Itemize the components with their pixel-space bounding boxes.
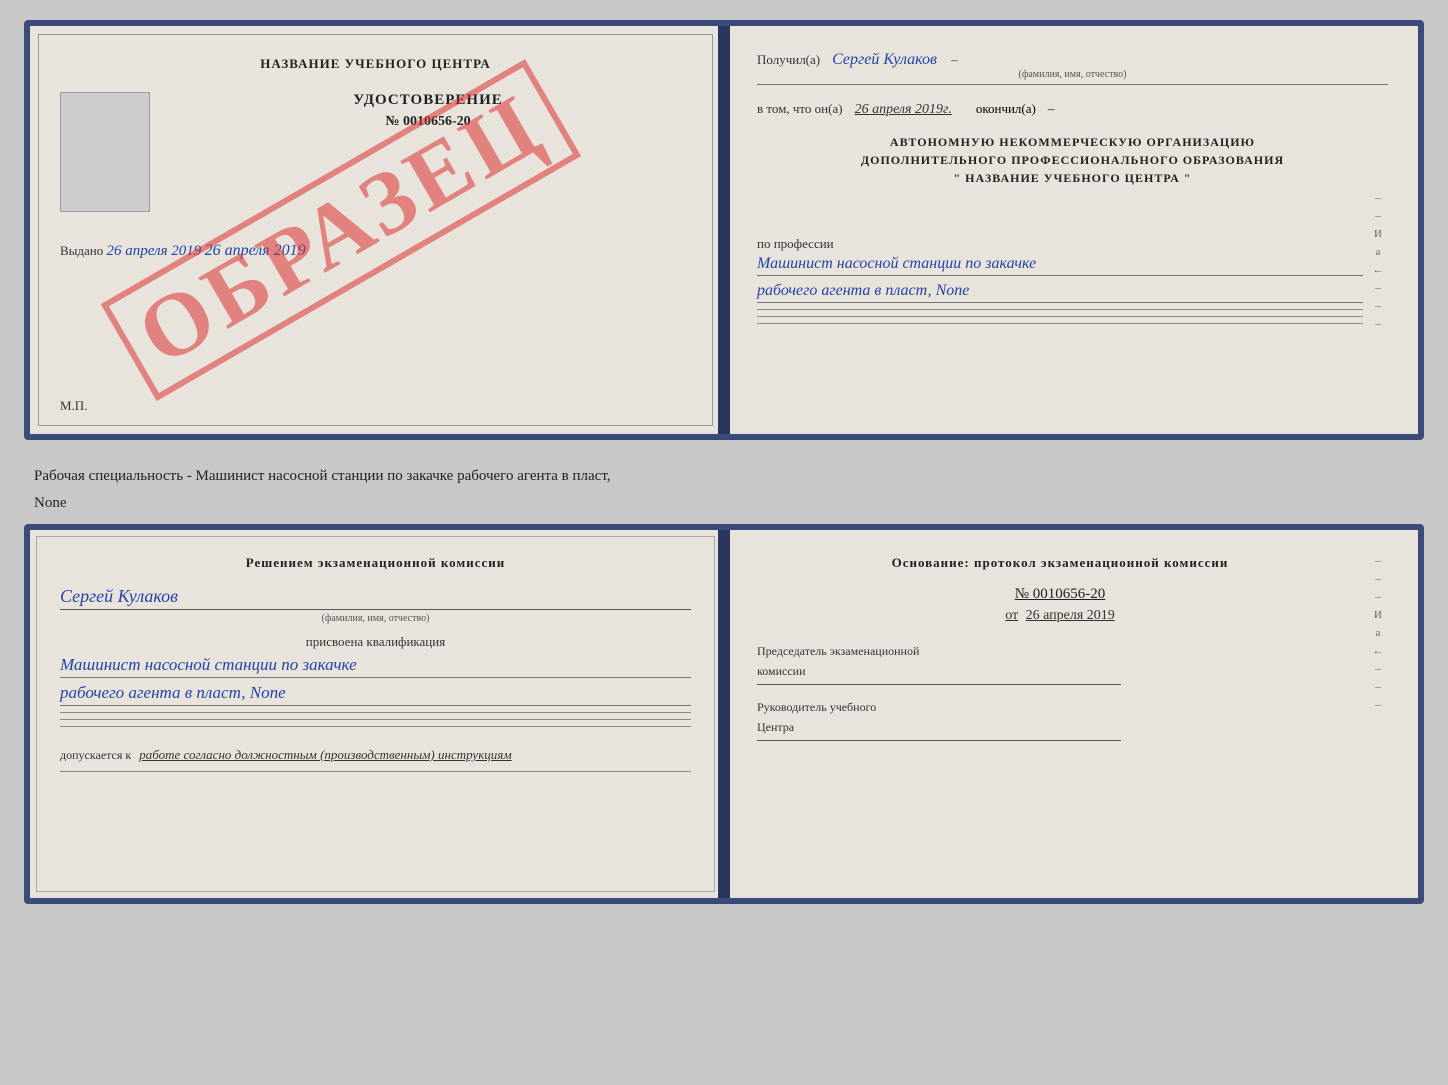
cert-left-details: УДОСТОВЕРЕНИЕ № 0010656-20 — [165, 92, 691, 212]
bottom-right-inner: Основание: протокол экзаменационной коми… — [757, 555, 1388, 756]
rukovoditel-block: Руководитель учебного Центра — [757, 700, 1363, 741]
mp-line: М.П. — [60, 398, 87, 414]
profession-line1: Машинист насосной станции по закачке — [757, 255, 1363, 276]
line-sep1 — [757, 309, 1363, 310]
profession-line2: рабочего агента в пласт, None — [757, 282, 1363, 303]
vtom-label: в том, что он(а) — [757, 101, 843, 116]
right-deco-row: по профессии Машинист насосной станции п… — [757, 192, 1388, 330]
bottom-right-content: Основание: протокол экзаменационной коми… — [757, 555, 1363, 756]
rukovoditel-label: Руководитель учебного — [757, 700, 1363, 715]
right-main-content: по профессии Машинист насосной станции п… — [757, 236, 1363, 330]
vtom-row: в том, что он(а) 26 апреля 2019г. окончи… — [757, 100, 1388, 118]
org-line1: АВТОНОМНУЮ НЕКОММЕРЧЕСКУЮ ОРГАНИЗАЦИЮ — [757, 133, 1388, 151]
page-container: НАЗВАНИЕ УЧЕБНОГО ЦЕНТРА УДОСТОВЕРЕНИЕ №… — [24, 20, 1424, 904]
cert-top-left: НАЗВАНИЕ УЧЕБНОГО ЦЕНТРА УДОСТОВЕРЕНИЕ №… — [30, 26, 727, 434]
prisvoena-label: присвоена квалификация — [60, 634, 691, 650]
org-block: АВТОНОМНУЮ НЕКОММЕРЧЕСКУЮ ОРГАНИЗАЦИЮ ДО… — [757, 133, 1388, 187]
dopuskaetsya-label: допускается к — [60, 748, 131, 762]
dopuskaetsya-block: допускается к работе согласно должностны… — [60, 747, 691, 763]
specialty-text-block: Рабочая специальность - Машинист насосно… — [24, 460, 1424, 524]
ot-date: 26 апреля 2019 — [1026, 608, 1115, 623]
familiya-sub: (фамилия, имя, отчество) — [757, 69, 1388, 80]
osnovaniye-title: Основание: протокол экзаменационной коми… — [757, 555, 1363, 571]
dopuskaetsya-text: работе согласно должностным (производств… — [139, 747, 511, 762]
org-line3: " НАЗВАНИЕ УЧЕБНОГО ЦЕНТРА " — [757, 169, 1388, 187]
bottom-name: Сергей Кулаков — [60, 586, 691, 610]
line-sep3 — [757, 323, 1363, 324]
cert-top-right: Получил(а) Сергей Кулаков – (фамилия, им… — [727, 26, 1418, 434]
vydano-date: 26 апреля 2019 — [107, 243, 202, 259]
photo-placeholder — [60, 92, 150, 212]
poluchil-name: Сергей Кулаков — [832, 51, 937, 68]
cert-bottom-right: Основание: протокол экзаменационной коми… — [727, 530, 1418, 898]
bottom-line4 — [60, 771, 691, 772]
vydano-line: Выдано 26 апреля 2019 26 апреля 2019 — [60, 242, 691, 260]
specialty-text2: None — [29, 495, 1419, 512]
bottom-left-title: Решением экзаменационной комиссии — [60, 555, 691, 571]
dash1: – — [951, 52, 958, 67]
rukovoditel-sig-line — [757, 740, 1121, 741]
protocol-date: от 26 апреля 2019 — [757, 608, 1363, 624]
predsedatel-label2: комиссии — [757, 664, 1363, 679]
predsedatel-sig-line — [757, 684, 1121, 685]
rukovoditel-label2: Центра — [757, 720, 1363, 735]
cert-left-content: УДОСТОВЕРЕНИЕ № 0010656-20 — [60, 92, 691, 212]
dash2: – — [1048, 101, 1055, 116]
bottom-line1 — [60, 712, 691, 713]
protocol-num-text: № 0010656-20 — [1015, 586, 1106, 602]
right-deco-letters: – – И а ← – – – — [1368, 192, 1388, 330]
po-professii: по профессии — [757, 236, 1363, 252]
bottom-line3 — [60, 726, 691, 727]
certificate-top: НАЗВАНИЕ УЧЕБНОГО ЦЕНТРА УДОСТОВЕРЕНИЕ №… — [24, 20, 1424, 440]
udostoverenie-label: УДОСТОВЕРЕНИЕ — [165, 92, 691, 109]
protocol-num: № 0010656-20 — [757, 586, 1363, 603]
certificate-bottom: Решением экзаменационной комиссии Сергей… — [24, 524, 1424, 904]
cert-bottom-left: Решением экзаменационной комиссии Сергей… — [30, 530, 727, 898]
predsedatel-label: Председатель экзаменационной — [757, 644, 1363, 659]
cert-number: № 0010656-20 — [165, 114, 691, 130]
poluchil-row: Получил(а) Сергей Кулаков – (фамилия, им… — [757, 51, 1388, 85]
qual-line1: Машинист насосной станции по закачке — [60, 655, 691, 678]
org-line2: ДОПОЛНИТЕЛЬНОГО ПРОФЕССИОНАЛЬНОГО ОБРАЗО… — [757, 151, 1388, 169]
vydano-date-display: 26 апреля 2019 — [205, 242, 306, 259]
ot-label: от — [1005, 608, 1018, 623]
cert-top-title: НАЗВАНИЕ УЧЕБНОГО ЦЕНТРА — [60, 56, 691, 72]
bottom-line2 — [60, 719, 691, 720]
poluchil-label: Получил(а) — [757, 52, 820, 67]
bottom-name-sub: (фамилия, имя, отчество) — [60, 613, 691, 624]
vydano-text: Выдано — [60, 243, 103, 258]
okonchil: окончил(а) — [976, 101, 1036, 116]
qual-line2: рабочего агента в пласт, None — [60, 683, 691, 706]
specialty-text: Рабочая специальность - Машинист насосно… — [29, 468, 1419, 485]
line-sep2 — [757, 316, 1363, 317]
vtom-date: 26 апреля 2019г. — [855, 102, 952, 117]
bottom-right-deco: – – – И а ← – – – — [1368, 555, 1388, 711]
predsedatel-block: Председатель экзаменационной комиссии — [757, 644, 1363, 685]
